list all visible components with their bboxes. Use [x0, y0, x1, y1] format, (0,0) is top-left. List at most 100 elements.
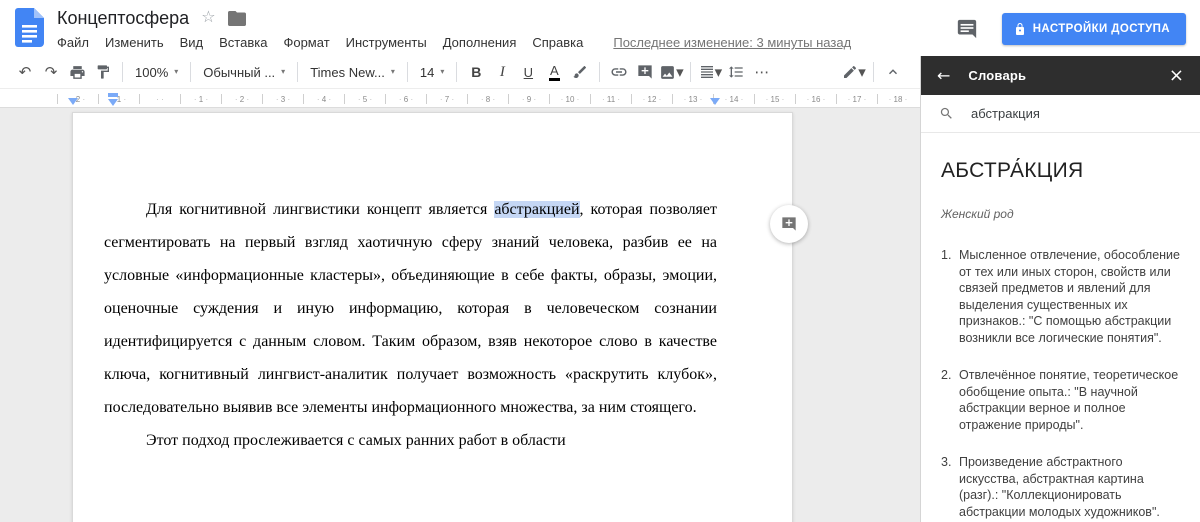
ruler-cell: 11 — [590, 94, 631, 104]
right-indent-marker[interactable] — [710, 98, 720, 105]
ruler-cell: 6 — [385, 94, 426, 104]
ruler-cell: 4 — [303, 94, 344, 104]
share-button[interactable]: НАСТРОЙКИ ДОСТУПА — [1002, 13, 1186, 45]
back-icon[interactable]: ← — [937, 68, 950, 84]
ruler-cell — [139, 94, 180, 104]
ruler-cell: 18 — [877, 94, 918, 104]
document-paragraph[interactable]: Этот подход прослеживается с самых ранни… — [104, 424, 717, 457]
menu-item[interactable]: Файл — [57, 33, 97, 52]
redo-icon: ↷ — [45, 65, 58, 80]
docs-logo-icon[interactable] — [15, 8, 44, 47]
definition-text: Мысленное отвлечение, обособление от тех… — [959, 247, 1186, 346]
document-text[interactable]: Для когнитивной лингвистики концепт явля… — [104, 193, 717, 457]
bold-button[interactable]: B — [463, 60, 489, 84]
paragraph-style-select[interactable]: Обычный ... ▾ — [197, 60, 291, 84]
ruler-cell: 15 — [754, 94, 795, 104]
left-margin-marker[interactable] — [68, 98, 78, 105]
font-family-select[interactable]: Times New... ▾ — [304, 60, 401, 84]
paragraph-style-value: Обычный ... — [203, 65, 275, 80]
dictionary-headword: АБСТРА́КЦИЯ — [941, 159, 1186, 183]
left-indent-marker[interactable] — [108, 99, 118, 106]
ruler-scale: 2 1 1 2 3 4 5 6 7 8 9 — [57, 94, 918, 104]
highlighter-icon — [572, 64, 588, 80]
toolbar-separator — [190, 62, 191, 82]
last-edit-link[interactable]: Последнее изменение: 3 минуты назад — [613, 35, 851, 50]
font-size-select[interactable]: 14 ▾ — [414, 60, 450, 84]
menu-item[interactable]: Вид — [172, 33, 212, 52]
dropdown-icon: ▾ — [174, 68, 178, 76]
align-button[interactable]: ▾ — [697, 60, 723, 84]
more-options-button[interactable]: ⋯ — [749, 60, 775, 84]
zoom-select[interactable]: 100% ▾ — [129, 60, 184, 84]
dropdown-icon: ▾ — [281, 68, 285, 76]
toolbar-separator — [873, 62, 874, 82]
insert-link-button[interactable] — [606, 60, 632, 84]
menu-item[interactable]: Инструменты — [338, 33, 435, 52]
font-size-value: 14 — [420, 65, 434, 80]
definition-text: Произведение абстрактного искусства, абс… — [959, 454, 1186, 520]
menu-item[interactable]: Вставка — [211, 33, 275, 52]
text-color-button[interactable]: A — [541, 60, 567, 84]
dictionary-sidebar: ← Словарь × абстракция АБСТРА́КЦИЯ Женск… — [920, 56, 1200, 522]
add-comment-button[interactable] — [632, 60, 658, 84]
document-page[interactable]: Для когнитивной лингвистики концепт явля… — [72, 112, 793, 522]
undo-button[interactable]: ↶ — [12, 60, 38, 84]
definition-text: Отвлечённое понятие, теоретическое обобщ… — [959, 367, 1186, 433]
folder-icon[interactable] — [228, 11, 246, 26]
document-title[interactable]: Концептосфера — [57, 8, 189, 29]
dropdown-icon: ▾ — [391, 68, 395, 76]
underline-label: U — [524, 65, 533, 80]
text-color-label: A — [549, 64, 560, 81]
dropdown-icon: ▾ — [440, 68, 444, 76]
more-icon: ⋯ — [754, 65, 770, 80]
ruler-cell: 17 — [836, 94, 877, 104]
add-comment-floating-button[interactable] — [770, 205, 808, 243]
ruler-cell: 16 — [795, 94, 836, 104]
first-line-indent-marker[interactable] — [108, 93, 118, 97]
ruler-cell: 9 — [508, 94, 549, 104]
menu-item[interactable]: Дополнения — [435, 33, 525, 52]
ruler-cell: 12 — [631, 94, 672, 104]
paragraph-text: , которая позволяет сегментировать на пе… — [104, 201, 717, 416]
redo-button[interactable]: ↷ — [38, 60, 64, 84]
paragraph-text: Этот подход прослеживается с самых ранни… — [146, 432, 566, 449]
ruler-cell: 1 — [98, 94, 139, 104]
insert-image-button[interactable]: ▾ — [658, 60, 684, 84]
line-spacing-button[interactable] — [723, 60, 749, 84]
part-of-speech: Женский род — [941, 207, 1186, 221]
search-value: абстракция — [971, 106, 1040, 121]
paint-format-button[interactable] — [90, 60, 116, 84]
dropdown-icon: ▾ — [858, 65, 866, 80]
highlight-color-button[interactable] — [567, 60, 593, 84]
star-icon[interactable]: ☆ — [201, 9, 215, 25]
sidebar-title: Словарь — [968, 68, 1026, 83]
bold-label: B — [471, 64, 481, 80]
italic-button[interactable]: I — [489, 60, 515, 84]
paragraph-text: Для когнитивной лингвистики концепт явля… — [146, 201, 494, 218]
pencil-icon — [842, 64, 858, 80]
dropdown-icon: ▾ — [676, 65, 684, 80]
search-icon — [939, 106, 954, 121]
ruler-cell: 10 — [549, 94, 590, 104]
italic-label: I — [500, 64, 505, 81]
print-icon — [69, 64, 86, 81]
dictionary-search-field[interactable]: абстракция — [921, 95, 1200, 133]
ruler: 2 1 1 2 3 4 5 6 7 8 9 — [0, 89, 920, 108]
toolbar-separator — [122, 62, 123, 82]
ruler-cell: 8 — [467, 94, 508, 104]
collapse-toolbar-button[interactable] — [880, 60, 906, 84]
dictionary-content: АБСТРА́КЦИЯ Женский род 1. Мысленное отв… — [921, 133, 1200, 520]
print-button[interactable] — [64, 60, 90, 84]
comments-icon[interactable] — [956, 18, 978, 40]
ruler-cell: 7 — [426, 94, 467, 104]
menu-item[interactable]: Формат — [275, 33, 337, 52]
toolbar-separator — [690, 62, 691, 82]
document-paragraph[interactable]: Для когнитивной лингвистики концепт явля… — [104, 193, 717, 424]
ruler-cell: 3 — [262, 94, 303, 104]
editing-mode-button[interactable]: ▾ — [841, 60, 867, 84]
close-icon[interactable]: × — [1169, 67, 1184, 85]
underline-button[interactable]: U — [515, 60, 541, 84]
selected-word[interactable]: абстракцией — [494, 201, 579, 218]
menu-item[interactable]: Изменить — [97, 33, 172, 52]
menu-item[interactable]: Справка — [524, 33, 591, 52]
